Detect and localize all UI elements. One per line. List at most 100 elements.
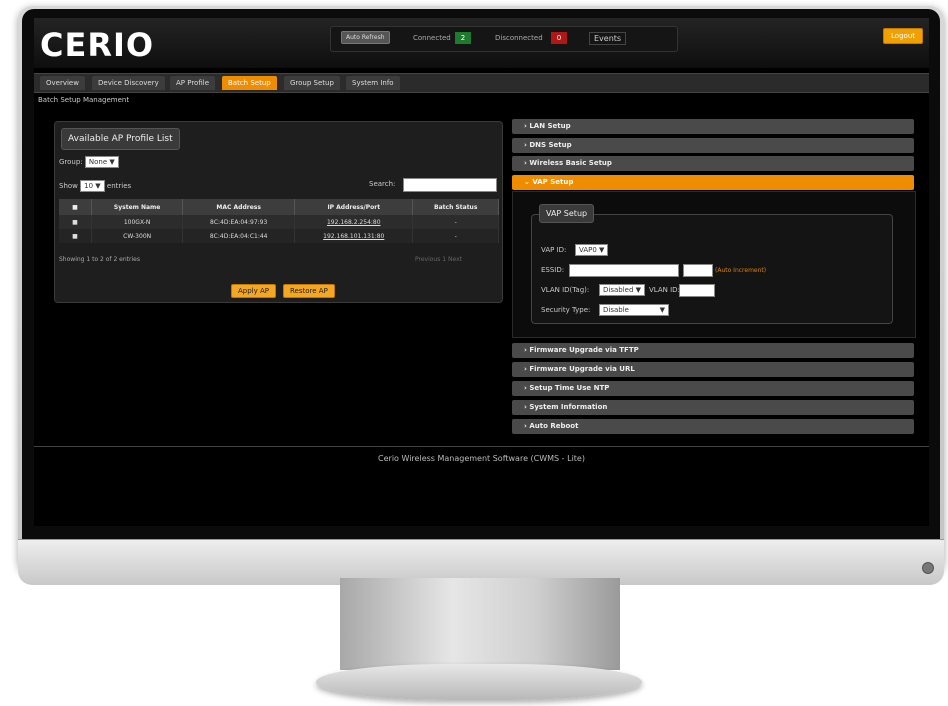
security-type-select[interactable]: Disable ▼ <box>599 304 669 316</box>
chevron-right-icon: › <box>524 122 527 130</box>
table-info: Showing 1 to 2 of 2 entries <box>59 256 140 263</box>
section-ntp-setup[interactable]: › Setup Time Use NTP <box>512 381 914 396</box>
chevron-down-icon: ▼ <box>109 158 115 166</box>
vap-id-select[interactable]: VAP0 ▼ <box>575 244 609 256</box>
section-vap-setup[interactable]: ⌄ VAP Setup <box>512 175 914 190</box>
group-filter: Group: None ▼ <box>59 156 119 168</box>
essid-input[interactable] <box>569 264 679 277</box>
monitor-stand-base <box>316 664 642 700</box>
mac-cell: 8C:4D:EA:04:C1:44 <box>182 229 296 243</box>
tab-group-setup[interactable]: Group Setup <box>284 76 340 90</box>
auto-refresh-button[interactable]: Auto Refresh <box>341 31 390 44</box>
entries-label: entries <box>106 182 132 190</box>
events-button[interactable]: Events <box>589 32 627 45</box>
group-select[interactable]: None ▼ <box>84 156 119 168</box>
section-label: Setup Time Use NTP <box>529 384 610 392</box>
tab-batch-setup[interactable]: Batch Setup <box>222 76 277 90</box>
mac-cell: 8C:4D:EA:04:97:93 <box>182 215 296 229</box>
section-label: Wireless Basic Setup <box>529 159 612 167</box>
essid-suffix-input[interactable] <box>683 264 713 277</box>
chevron-right-icon: › <box>524 365 527 373</box>
ap-profile-list-title: Available AP Profile List <box>61 128 180 150</box>
tab-overview[interactable]: Overview <box>40 76 85 90</box>
next-button[interactable]: Next <box>448 256 462 263</box>
section-label: Auto Reboot <box>529 422 579 430</box>
vlan-tag-value: Disabled <box>603 286 634 294</box>
chevron-down-icon: ▼ <box>95 182 101 190</box>
section-lan-setup[interactable]: › LAN Setup <box>512 119 914 134</box>
logout-button[interactable]: Logout <box>883 28 923 44</box>
tab-system-info[interactable]: System Info <box>346 76 400 90</box>
batch-status-cell: - <box>412 229 499 243</box>
section-system-information[interactable]: › System Information <box>512 400 914 415</box>
connected-label: Connected <box>413 34 451 42</box>
vap-id-label: VAP ID: <box>541 246 567 254</box>
apply-ap-button[interactable]: Apply AP <box>231 284 276 298</box>
section-label: LAN Setup <box>529 122 571 130</box>
top-bar: CERIO Auto Refresh Connected 2 Disconnec… <box>34 18 929 68</box>
column-header[interactable]: Batch Status <box>412 199 499 215</box>
search-label: Search: <box>369 180 396 188</box>
ap-table: ■ System Name MAC Address IP Address/Por… <box>59 199 499 243</box>
row-checkbox[interactable]: ■ <box>59 215 92 229</box>
search-input[interactable] <box>403 178 497 192</box>
row-checkbox[interactable]: ■ <box>59 229 92 243</box>
table-row: ■ 100GX-N 8C:4D:EA:04:97:93 192.168.2.25… <box>59 215 499 229</box>
breadcrumb: Batch Setup Management <box>38 96 130 104</box>
show-entries: Show 10 ▼ entries <box>59 180 131 192</box>
disconnected-count: 0 <box>551 32 567 44</box>
entries-select-value: 10 <box>84 182 94 190</box>
section-label: System Information <box>529 403 608 411</box>
group-label: Group: <box>59 158 83 166</box>
screen: CERIO Auto Refresh Connected 2 Disconnec… <box>34 18 929 526</box>
restore-ap-button[interactable]: Restore AP <box>283 284 335 298</box>
chevron-down-icon: ▼ <box>659 306 665 314</box>
tab-device-discovery[interactable]: Device Discovery <box>92 76 165 90</box>
system-name-cell: 100GX-N <box>91 215 184 229</box>
entries-select[interactable]: 10 ▼ <box>80 180 105 192</box>
column-header[interactable]: System Name <box>91 199 184 215</box>
vlan-tag-select[interactable]: Disabled ▼ <box>599 284 646 296</box>
security-type-value: Disable <box>603 306 629 314</box>
disconnected-label: Disconnected <box>495 34 543 42</box>
power-button-icon <box>922 562 934 574</box>
chevron-right-icon: › <box>524 159 527 167</box>
chevron-right-icon: › <box>524 422 527 430</box>
show-label: Show <box>59 182 78 190</box>
section-label: Firmware Upgrade via URL <box>529 365 635 373</box>
ip-link[interactable]: 192.168.101.131:80 <box>294 229 414 243</box>
chevron-down-icon: ▼ <box>599 246 605 254</box>
section-firmware-url[interactable]: › Firmware Upgrade via URL <box>512 362 914 377</box>
column-header[interactable]: MAC Address <box>182 199 296 215</box>
monitor-stand-neck <box>340 578 620 670</box>
section-firmware-tftp[interactable]: › Firmware Upgrade via TFTP <box>512 343 914 358</box>
footer-divider <box>34 446 929 447</box>
security-type-label: Security Type: <box>541 306 591 314</box>
section-label: Firmware Upgrade via TFTP <box>529 346 639 354</box>
cerio-logo: CERIO <box>40 26 155 64</box>
page-separator: 1 <box>442 256 447 263</box>
section-auto-reboot[interactable]: › Auto Reboot <box>512 419 914 434</box>
ap-profile-panel: Available AP Profile List Group: None ▼ … <box>54 121 503 303</box>
table-row: ■ CW-300N 8C:4D:EA:04:C1:44 192.168.101.… <box>59 229 499 243</box>
chevron-right-icon: › <box>524 384 527 392</box>
vlan-id-label: VLAN ID: <box>649 286 680 294</box>
tab-ap-profile[interactable]: AP Profile <box>170 76 216 90</box>
vap-id-value: VAP0 <box>579 246 597 254</box>
group-select-value: None <box>88 158 108 166</box>
vlan-id-input[interactable] <box>679 284 715 297</box>
column-header[interactable]: IP Address/Port <box>294 199 414 215</box>
batch-status-cell: - <box>412 215 499 229</box>
chevron-right-icon: › <box>524 346 527 354</box>
section-wireless-basic-setup[interactable]: › Wireless Basic Setup <box>512 156 914 171</box>
section-dns-setup[interactable]: › DNS Setup <box>512 138 914 153</box>
ip-link[interactable]: 192.168.2.254:80 <box>294 215 414 229</box>
vap-setup-title: VAP Setup <box>539 204 595 223</box>
device-status-box: Auto Refresh Connected 2 Disconnected 0 … <box>330 26 678 52</box>
section-label: VAP Setup <box>532 178 574 186</box>
pagination: Previous 1 Next <box>415 256 462 263</box>
previous-button[interactable]: Previous <box>415 256 440 263</box>
chevron-right-icon: › <box>524 403 527 411</box>
select-all-checkbox[interactable]: ■ <box>59 199 92 215</box>
section-label: DNS Setup <box>529 141 572 149</box>
